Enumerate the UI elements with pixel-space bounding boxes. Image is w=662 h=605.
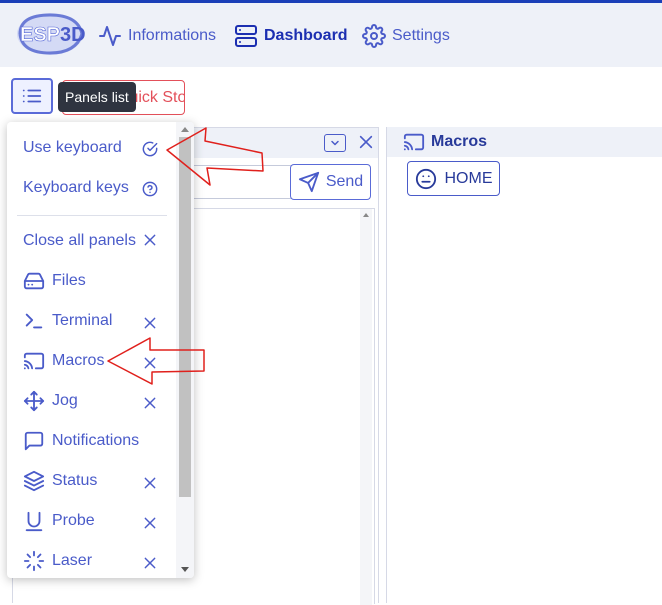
panel-item-label: Terminal <box>52 312 113 329</box>
message-square-icon <box>23 430 45 452</box>
cast-icon <box>403 133 425 151</box>
hard-drive-icon <box>23 270 45 292</box>
close-icon[interactable] <box>142 232 158 248</box>
terminal-icon <box>23 310 45 332</box>
scroll-down-arrow[interactable] <box>181 567 189 572</box>
panel-item-notifications[interactable]: Notifications <box>23 429 139 453</box>
panels-list-tooltip: Panels list <box>58 82 136 112</box>
home-macro-button[interactable]: HOME <box>407 161 500 196</box>
panel-item-status[interactable]: Status <box>23 469 97 493</box>
close-all-panels-item[interactable]: Close all panels <box>23 229 136 253</box>
close-all-label: Close all panels <box>23 232 136 249</box>
close-icon[interactable] <box>142 475 158 491</box>
panel-item-probe[interactable]: Probe <box>23 509 95 533</box>
nav-dashboard-label: Dashboard <box>264 27 348 44</box>
nav-settings-label: Settings <box>392 27 450 44</box>
home-label: HOME <box>444 169 493 187</box>
check-circle-icon[interactable] <box>142 141 158 157</box>
nav-informations[interactable]: Informations <box>98 23 216 49</box>
cast-icon <box>23 350 45 372</box>
magnet-icon <box>23 510 45 532</box>
panel-item-label: Macros <box>52 352 105 369</box>
logo-text-3d: 3D <box>60 24 86 46</box>
server-icon <box>235 25 257 47</box>
panel-item-macros[interactable]: Macros <box>23 349 104 373</box>
scroll-up-arrow[interactable] <box>363 213 369 217</box>
nav-informations-label: Informations <box>128 27 217 44</box>
send-icon <box>298 171 319 193</box>
panel-item-terminal[interactable]: Terminal <box>23 309 112 333</box>
dropdown-scrollbar[interactable] <box>176 122 194 578</box>
nav-dashboard[interactable]: Dashboard <box>234 23 348 49</box>
close-icon[interactable] <box>142 355 158 371</box>
close-icon[interactable] <box>142 555 158 571</box>
use-keyboard-item[interactable]: Use keyboard <box>23 136 122 160</box>
scroll-up-arrow[interactable] <box>181 127 189 132</box>
close-icon[interactable] <box>358 134 374 150</box>
send-label: Send <box>325 173 364 190</box>
scrollbar-thumb[interactable] <box>179 137 191 497</box>
keyboard-keys-item[interactable]: Keyboard keys <box>23 176 129 200</box>
panel-item-label: Probe <box>52 512 95 529</box>
nav-settings[interactable]: Settings <box>362 23 450 49</box>
move-icon <box>23 390 45 412</box>
panels-dropdown-menu: Use keyboard Keyboard keys Close all pan… <box>7 122 194 578</box>
panel-item-laser[interactable]: Laser <box>23 549 92 573</box>
esp3d-logo[interactable]: ESP 3D <box>16 11 86 57</box>
panel-item-label: Notifications <box>52 432 140 449</box>
panel-item-label: Status <box>52 472 98 489</box>
use-keyboard-label: Use keyboard <box>23 139 122 156</box>
panel-item-label: Files <box>52 272 86 289</box>
keyboard-keys-label: Keyboard keys <box>23 179 129 196</box>
close-icon[interactable] <box>142 395 158 411</box>
chevron-down-icon <box>331 140 339 146</box>
close-icon[interactable] <box>142 515 158 531</box>
panel-item-label: Laser <box>52 552 93 569</box>
loader-icon <box>23 550 45 572</box>
macros-title: Macros <box>431 133 488 150</box>
panels-list-button[interactable] <box>11 78 53 114</box>
meh-face-icon <box>415 168 436 189</box>
navbar: ESP 3D Informations Dashboard Settings <box>0 3 662 67</box>
logo-text-esp: ESP <box>20 24 60 46</box>
layers-icon <box>23 470 45 492</box>
close-icon[interactable] <box>142 315 158 331</box>
activity-icon <box>99 26 121 46</box>
panel-item-jog[interactable]: Jog <box>23 389 78 413</box>
help-circle-icon[interactable] <box>142 181 158 197</box>
collapse-button[interactable] <box>324 134 346 152</box>
panel-item-files[interactable]: Files <box>23 269 86 293</box>
terminal-scrollbar[interactable] <box>360 209 372 605</box>
gear-icon <box>362 24 386 48</box>
send-button[interactable]: Send <box>290 164 371 200</box>
panel-item-label: Jog <box>52 392 78 409</box>
macros-panel-header: Macros <box>387 127 662 157</box>
menu-divider <box>17 215 167 216</box>
macros-panel: Macros HOME <box>386 127 662 603</box>
list-icon <box>22 89 42 103</box>
